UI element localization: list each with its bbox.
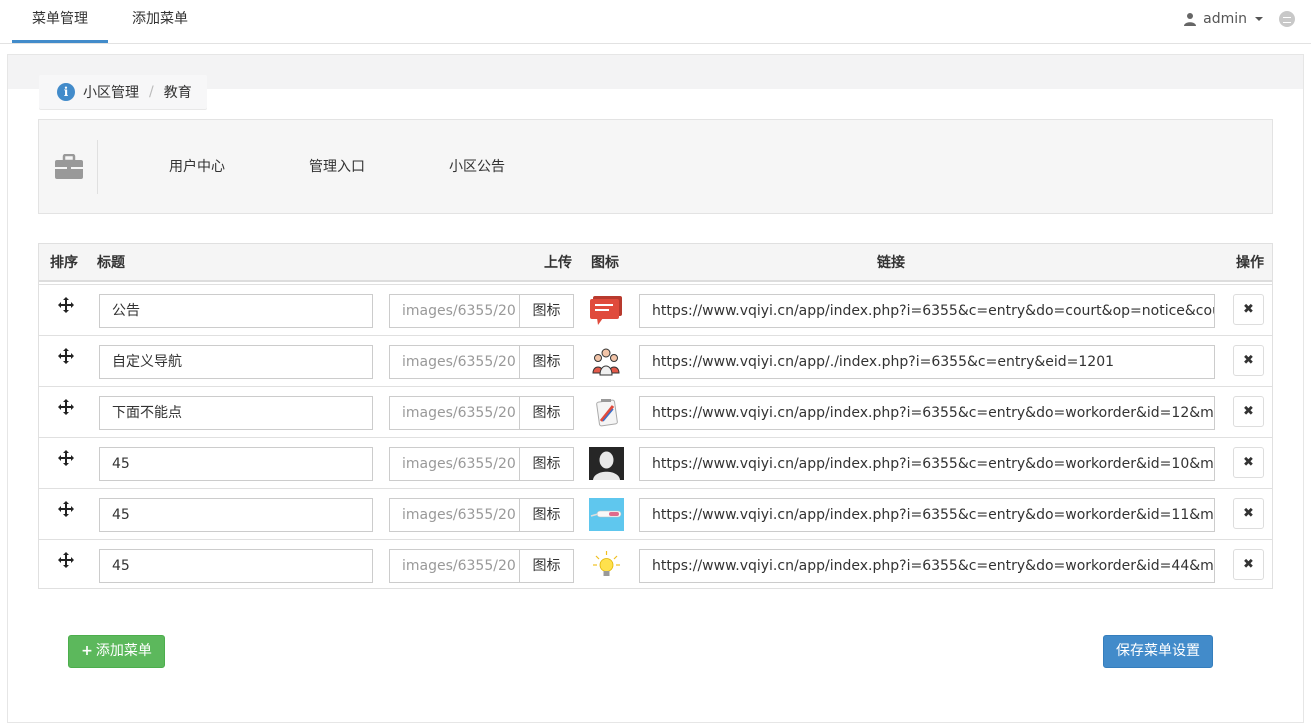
table-row: 自定义导航 images/6355/20 图标 https://www.vqiy…	[39, 335, 1272, 386]
preview-nav-notice[interactable]: 小区公告	[449, 156, 505, 176]
info-icon: i	[57, 83, 75, 101]
speech-bubble-icon[interactable]	[589, 294, 624, 327]
delete-button[interactable]: ✖	[1233, 498, 1264, 529]
image-path-input[interactable]: images/6355/20	[389, 549, 520, 583]
icon-select-button[interactable]: 图标	[519, 447, 574, 481]
link-input[interactable]: https://www.vqiyi.cn/app/index.php?i=635…	[639, 549, 1215, 583]
preview-nav-admin-entry[interactable]: 管理入口	[309, 156, 365, 176]
delete-button[interactable]: ✖	[1233, 549, 1264, 580]
delete-button[interactable]: ✖	[1233, 447, 1264, 478]
user-menu[interactable]: admin	[1183, 0, 1263, 38]
icon-select-button[interactable]: 图标	[519, 396, 574, 430]
main-panel: i 小区管理 / 教育 用户中心 管理入口 小区公告 排序 标题 上传 图标 链…	[7, 54, 1304, 723]
header-link: 链接	[877, 255, 905, 271]
table-row: 45 images/6355/20 图标 https://www.vqiyi.c…	[39, 539, 1272, 590]
move-icon[interactable]	[58, 399, 74, 415]
image-path-input[interactable]: images/6355/20	[389, 345, 520, 379]
menu-table: 排序 标题 上传 图标 链接 操作 公告 images/6355/20 图标 h…	[38, 243, 1273, 589]
notepad-pencil-icon[interactable]	[589, 396, 624, 429]
breadcrumb: i 小区管理 / 教育	[39, 75, 207, 109]
chevron-down-icon	[1255, 17, 1263, 21]
person-silhouette-icon[interactable]	[589, 447, 624, 480]
delete-button[interactable]: ✖	[1233, 345, 1264, 376]
table-header: 排序 标题 上传 图标 链接 操作	[39, 244, 1272, 282]
header-sort: 排序	[50, 255, 78, 271]
link-input[interactable]: https://www.vqiyi.cn/app/index.php?i=635…	[639, 498, 1215, 532]
link-input[interactable]: https://www.vqiyi.cn/app/index.php?i=635…	[639, 294, 1215, 328]
image-path-input[interactable]: images/6355/20	[389, 396, 520, 430]
image-path-input[interactable]: images/6355/20	[389, 498, 520, 532]
move-icon[interactable]	[58, 348, 74, 364]
link-input[interactable]: https://www.vqiyi.cn/app/index.php?i=635…	[639, 396, 1215, 430]
move-icon[interactable]	[58, 450, 74, 466]
add-menu-button[interactable]: + 添加菜单	[68, 635, 165, 668]
save-menu-settings-button[interactable]: 保存菜单设置	[1103, 635, 1213, 668]
light-bulb-icon[interactable]	[589, 549, 624, 582]
table-row: 下面不能点 images/6355/20 图标 https://www.vqiy…	[39, 386, 1272, 437]
header-icon: 图标	[591, 255, 619, 271]
header-title: 标题	[97, 255, 125, 271]
move-icon[interactable]	[58, 501, 74, 517]
tab-add-menu[interactable]: 添加菜单	[112, 0, 208, 43]
title-input[interactable]: 自定义导航	[99, 345, 373, 379]
icon-select-button[interactable]: 图标	[519, 549, 574, 583]
message-icon[interactable]	[1279, 11, 1295, 27]
delete-button[interactable]: ✖	[1233, 294, 1264, 325]
title-input[interactable]: 下面不能点	[99, 396, 373, 430]
add-menu-label: 添加菜单	[95, 643, 152, 659]
user-icon	[1184, 13, 1197, 26]
header-actions: 操作	[1236, 255, 1264, 271]
briefcase-icon	[55, 154, 83, 179]
breadcrumb-separator: /	[149, 84, 154, 100]
user-name: admin	[1203, 11, 1247, 27]
link-input[interactable]: https://www.vqiyi.cn/app/./index.php?i=6…	[639, 345, 1215, 379]
icon-select-button[interactable]: 图标	[519, 294, 574, 328]
preview-nav-user-center[interactable]: 用户中心	[169, 156, 225, 176]
table-row: 45 images/6355/20 图标 https://www.vqiyi.c…	[39, 437, 1272, 488]
breadcrumb-item-education: 教育	[163, 85, 192, 101]
link-input[interactable]: https://www.vqiyi.cn/app/index.php?i=635…	[639, 447, 1215, 481]
plus-icon: +	[81, 643, 93, 659]
move-icon[interactable]	[58, 552, 74, 568]
thermometer-icon[interactable]	[589, 498, 624, 531]
title-input[interactable]: 45	[99, 549, 373, 583]
title-input[interactable]: 45	[99, 447, 373, 481]
breadcrumb-item-community[interactable]: 小区管理	[83, 82, 139, 102]
top-navbar: 菜单管理 添加菜单 admin	[0, 0, 1311, 44]
title-input[interactable]: 45	[99, 498, 373, 532]
image-path-input[interactable]: images/6355/20	[389, 294, 520, 328]
title-input[interactable]: 公告	[99, 294, 373, 328]
delete-button[interactable]: ✖	[1233, 396, 1264, 427]
tab-menu-management[interactable]: 菜单管理	[12, 0, 108, 43]
menu-preview: 用户中心 管理入口 小区公告	[38, 119, 1273, 214]
preview-divider	[97, 140, 98, 194]
table-row: 公告 images/6355/20 图标 https://www.vqiyi.c…	[39, 284, 1272, 335]
icon-select-button[interactable]: 图标	[519, 345, 574, 379]
icon-select-button[interactable]: 图标	[519, 498, 574, 532]
people-group-icon[interactable]	[589, 345, 624, 378]
image-path-input[interactable]: images/6355/20	[389, 447, 520, 481]
table-row: 45 images/6355/20 图标 https://www.vqiyi.c…	[39, 488, 1272, 539]
move-icon[interactable]	[58, 297, 74, 313]
header-upload: 上传	[544, 255, 572, 271]
